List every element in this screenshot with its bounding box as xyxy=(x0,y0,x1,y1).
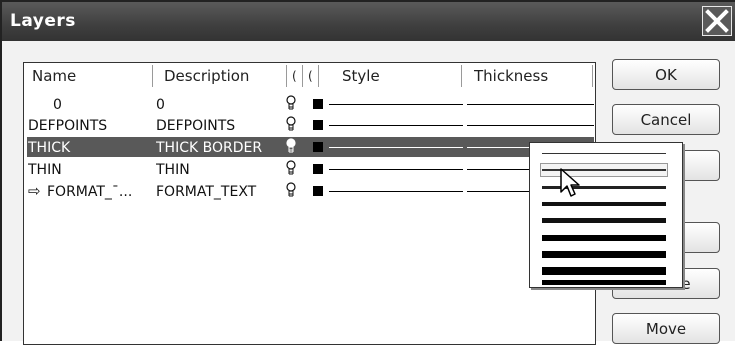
layer-row[interactable]: THIN THIN xyxy=(27,159,594,179)
close-button[interactable] xyxy=(702,6,732,36)
column-divider[interactable] xyxy=(152,65,153,87)
line-style-sample[interactable] xyxy=(329,147,463,148)
dialog-title: Layers xyxy=(10,11,76,31)
layers-dialog: Layers Name Description ( ( Style Thickn… xyxy=(0,0,735,345)
color-swatch-icon[interactable] xyxy=(313,186,323,196)
layer-row-current[interactable]: ⇨ FORMAT_¯... FORMAT_TEXT xyxy=(27,181,594,201)
color-swatch-icon[interactable] xyxy=(313,164,323,174)
lightbulb-icon[interactable] xyxy=(285,138,297,154)
column-divider[interactable] xyxy=(592,65,593,87)
lightbulb-icon[interactable] xyxy=(285,116,297,132)
layer-name: 0 xyxy=(53,97,62,113)
layer-description: DEFPOINTS xyxy=(156,118,236,134)
line-thickness-sample[interactable] xyxy=(467,104,594,105)
column-divider[interactable] xyxy=(302,65,303,87)
mouse-pointer-icon xyxy=(560,168,580,197)
column-header-color[interactable]: ( xyxy=(308,63,314,89)
line-style-sample[interactable] xyxy=(329,191,463,192)
layer-name: THICK xyxy=(28,140,71,156)
thickness-option[interactable] xyxy=(542,218,666,223)
layer-description: THIN xyxy=(156,162,190,178)
lightbulb-icon[interactable] xyxy=(285,182,297,198)
layer-name: FORMAT_¯... xyxy=(47,184,133,200)
layer-description: FORMAT_TEXT xyxy=(156,184,257,200)
line-style-sample[interactable] xyxy=(329,169,463,170)
layer-description: THICK BORDER xyxy=(156,140,263,156)
close-icon xyxy=(705,9,729,33)
line-style-sample[interactable] xyxy=(329,125,463,126)
line-style-sample[interactable] xyxy=(329,104,463,105)
column-divider[interactable] xyxy=(461,65,462,87)
list-header: Name Description ( ( Style Thickness xyxy=(24,63,595,90)
column-header-name[interactable]: Name xyxy=(32,63,142,89)
title-bar[interactable]: Layers xyxy=(2,2,735,41)
move-button[interactable]: Move xyxy=(612,313,720,344)
lightbulb-icon[interactable] xyxy=(285,160,297,176)
thickness-option[interactable] xyxy=(542,267,666,275)
layer-name: DEFPOINTS xyxy=(28,118,108,134)
layer-list[interactable]: Name Description ( ( Style Thickness 0 0… xyxy=(23,62,596,345)
line-thickness-sample[interactable] xyxy=(467,125,594,126)
color-swatch-icon[interactable] xyxy=(313,120,323,130)
cancel-button[interactable]: Cancel xyxy=(612,104,720,135)
thickness-option[interactable] xyxy=(542,235,666,241)
column-header-thickness[interactable]: Thickness xyxy=(474,63,584,89)
layer-row[interactable]: DEFPOINTS DEFPOINTS xyxy=(27,115,594,135)
column-header-style[interactable]: Style xyxy=(342,63,442,89)
column-header-description[interactable]: Description xyxy=(164,63,282,89)
thickness-option[interactable] xyxy=(542,153,666,154)
ok-button[interactable]: OK xyxy=(612,59,720,90)
layer-name: THIN xyxy=(28,162,62,178)
color-swatch-icon[interactable] xyxy=(313,142,323,152)
lightbulb-icon[interactable] xyxy=(285,95,297,111)
color-swatch-icon[interactable] xyxy=(313,99,323,109)
thickness-option[interactable] xyxy=(542,251,666,258)
layer-row[interactable]: 0 0 xyxy=(27,94,594,114)
thickness-option[interactable] xyxy=(542,280,666,285)
column-header-visibility[interactable]: ( xyxy=(292,63,298,89)
column-divider[interactable] xyxy=(286,65,287,87)
layer-row-selected[interactable]: THICK THICK BORDER xyxy=(27,137,594,157)
column-divider[interactable] xyxy=(318,65,319,87)
thickness-dropdown[interactable] xyxy=(529,142,683,288)
thickness-option[interactable] xyxy=(542,202,666,206)
layer-description: 0 xyxy=(156,97,165,113)
arrow-right-icon: ⇨ xyxy=(28,182,41,200)
